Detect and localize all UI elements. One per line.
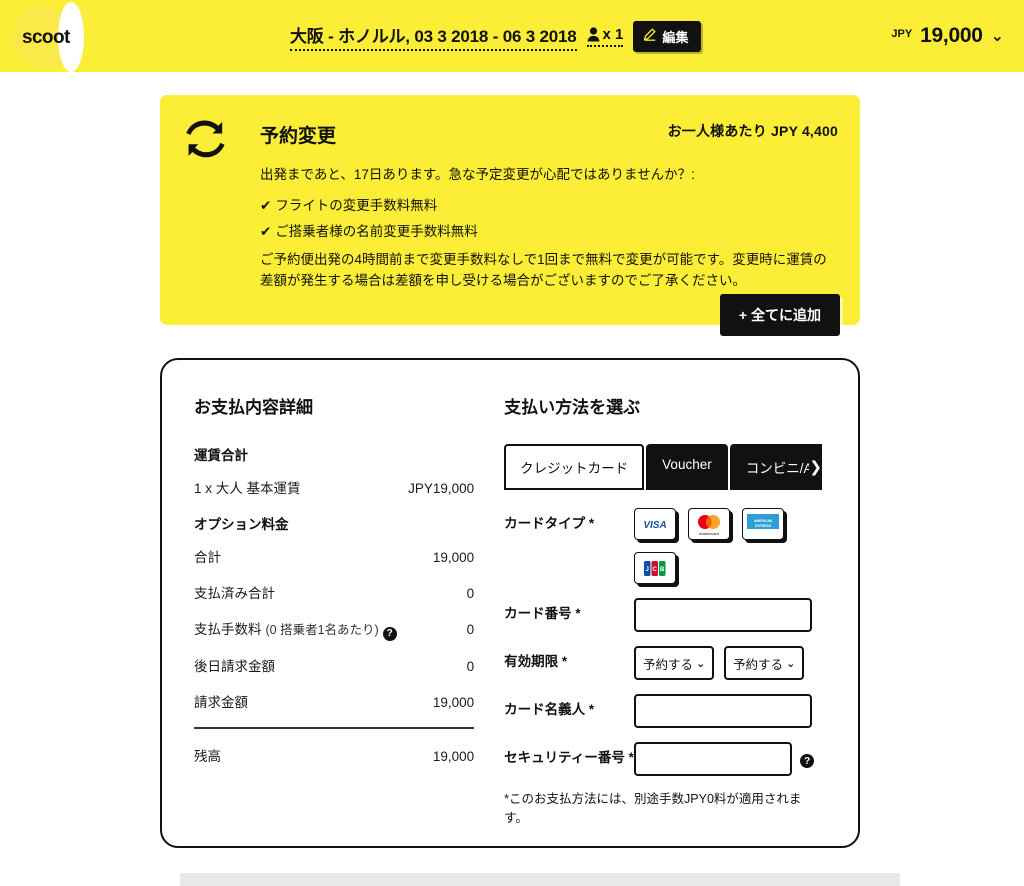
chevron-down-icon[interactable]: ⌄ xyxy=(991,26,1004,46)
table-row: 1 x 大人 基本運賃 JPY19,000 xyxy=(194,477,474,497)
trip-route-dates[interactable]: 大阪 - ホノルル, 03 3 2018 - 06 3 2018 xyxy=(290,22,577,51)
balance-label: 残高 xyxy=(194,748,221,764)
currency-amount: 19,000 xyxy=(920,24,983,47)
booking-change-promo: お一人様あたり JPY 4,400 予約変更 出発まであと、17日あります。急な… xyxy=(160,95,860,336)
promo-benefit-label: ご搭乗者様の名前変更手数料無料 xyxy=(275,224,478,240)
svg-text:B: B xyxy=(660,567,665,573)
mastercard-card-icon[interactable]: mastercard xyxy=(688,508,731,540)
payment-method-panel: 支払い方法を選ぶ クレジットカード Voucher コンビニ/A ❯ カードタイ… xyxy=(500,360,858,846)
row-label: 後日請求金額 xyxy=(194,658,275,674)
promo-terms-text: ご予約便出発の4時間前まで変更手数料なしで1回まで無料で変更が可能です。変更時に… xyxy=(260,252,827,289)
logo-text: scoot xyxy=(22,27,70,48)
payment-card: お支払内容詳細 運賃合計 1 x 大人 基本運賃 JPY19,000 オプション… xyxy=(160,358,860,848)
table-row: 合計 19,000 xyxy=(194,546,474,566)
chevron-down-icon: ⌄ xyxy=(696,657,706,670)
row-value: 0 xyxy=(466,658,475,674)
card-name-field: カード名義人 * xyxy=(504,694,838,728)
card-brand-options: VISA mastercard AMERICAN EXPRESS J C B xyxy=(634,508,824,584)
table-row: 支払済み合計 0 xyxy=(194,582,474,602)
currency-total[interactable]: JPY 19,000 ⌄ xyxy=(891,0,1004,72)
amex-card-icon[interactable]: AMERICAN EXPRESS xyxy=(742,508,785,540)
svg-text:mastercard: mastercard xyxy=(699,531,719,536)
tabs-next-arrow-icon[interactable]: ❯ xyxy=(809,444,825,490)
bottom-panel xyxy=(180,873,900,886)
card-type-field: カードタイプ * VISA mastercard AMERICAN EXPRES… xyxy=(504,508,838,584)
edit-button-label: 編集 xyxy=(662,29,689,45)
visa-card-icon[interactable]: VISA xyxy=(634,508,677,540)
svg-text:C: C xyxy=(653,567,658,573)
jcb-card-icon[interactable]: J C B xyxy=(634,552,677,584)
payment-method-title: 支払い方法を選ぶ xyxy=(504,398,641,417)
promo-price: お一人様あたり JPY 4,400 xyxy=(667,123,838,139)
edit-button[interactable]: 編集 xyxy=(633,20,702,52)
expiry-year-select[interactable]: 予約する ⌄ xyxy=(724,646,805,680)
svg-text:J: J xyxy=(646,567,649,573)
payment-method-tabs: クレジットカード Voucher コンビニ/A ❯ xyxy=(504,444,825,490)
passenger-count[interactable]: x 1 xyxy=(586,25,624,47)
cvv-field: セキュリティー番号 * ? xyxy=(504,742,838,776)
expiry-month-value: 予約する xyxy=(643,657,694,672)
add-to-all-button[interactable]: + 全てに追加 xyxy=(719,293,840,336)
tab-voucher[interactable]: Voucher xyxy=(646,444,728,490)
payment-fee-note: *このお支払方法には、別途手数JPY0料が適用されます。 xyxy=(504,792,802,826)
card-number-input[interactable] xyxy=(634,598,813,632)
check-icon: ✔ xyxy=(260,198,272,214)
fare-total-heading: 運賃合計 xyxy=(194,448,248,463)
row-label: 請求金額 xyxy=(194,694,248,710)
page-title: お支払内容詳細 xyxy=(194,398,313,417)
app-header: scoot 大阪 - ホノルル, 03 3 2018 - 06 3 2018 x… xyxy=(0,0,1024,72)
expiry-year-value: 予約する xyxy=(733,657,784,672)
row-value: 0 xyxy=(466,586,475,601)
row-value: 19,000 xyxy=(432,694,475,710)
question-mark-icon[interactable]: ? xyxy=(800,754,815,768)
question-mark-icon[interactable]: ? xyxy=(382,626,397,641)
row-label: 支払手数料 xyxy=(194,622,262,637)
row-value: 19,000 xyxy=(432,550,475,565)
tab-credit-card[interactable]: クレジットカード xyxy=(504,444,645,490)
list-item: ✔ フライトの変更手数料無料 xyxy=(260,196,838,217)
balance-row: 残高 19,000 xyxy=(194,745,474,765)
currency-code: JPY xyxy=(891,28,913,40)
row-value: 0 xyxy=(466,622,475,637)
svg-text:VISA: VISA xyxy=(644,520,667,531)
fare-row-label: 1 x 大人 基本運賃 xyxy=(194,481,301,496)
expiry-month-select[interactable]: 予約する ⌄ xyxy=(634,646,715,680)
promo-benefit-label: フライトの変更手数料無料 xyxy=(275,198,438,214)
card-name-input[interactable] xyxy=(634,694,813,728)
svg-text:EXPRESS: EXPRESS xyxy=(755,524,772,528)
cvv-label: セキュリティー番号 * xyxy=(504,750,634,765)
trip-summary: 大阪 - ホノルル, 03 3 2018 - 06 3 2018 x 1 編集 xyxy=(290,0,702,72)
passenger-count-label: x 1 xyxy=(602,25,624,43)
person-icon xyxy=(587,26,600,42)
promo-benefit-list: ✔ フライトの変更手数料無料 ✔ ご搭乗者様の名前変更手数料無料 xyxy=(260,196,838,243)
fare-row-value: JPY19,000 xyxy=(408,481,475,496)
svg-text:AMERICAN: AMERICAN xyxy=(754,519,773,523)
card-number-field: カード番号 * xyxy=(504,598,838,632)
row-sublabel: (0 搭乗者1名あたり) xyxy=(265,623,379,637)
table-row: 請求金額 19,000 xyxy=(194,691,474,711)
promo-lead-text: 出発まであと、17日あります。急な予定変更が心配ではありませんか？: xyxy=(260,167,695,182)
card-number-label: カード番号 * xyxy=(504,606,581,621)
summary-divider xyxy=(194,726,475,729)
exchange-arrows-icon xyxy=(184,117,228,161)
chevron-down-icon: ⌄ xyxy=(786,657,796,670)
table-row: 支払手数料 (0 搭乗者1名あたり) ? 0 xyxy=(194,618,475,641)
scoot-logo[interactable]: scoot xyxy=(14,2,84,72)
options-heading: オプション料金 xyxy=(194,517,289,532)
list-item: ✔ ご搭乗者様の名前変更手数料無料 xyxy=(260,222,838,243)
payment-summary-panel: お支払内容詳細 運賃合計 1 x 大人 基本運賃 JPY19,000 オプション… xyxy=(162,360,500,846)
card-type-label: カードタイプ * xyxy=(504,516,595,531)
expiry-label: 有効期限 * xyxy=(504,654,568,669)
balance-value: 19,000 xyxy=(432,748,475,764)
pencil-icon xyxy=(643,28,657,44)
row-label: 合計 xyxy=(194,550,221,565)
expiry-field: 有効期限 * 予約する ⌄ 予約する ⌄ xyxy=(504,646,838,680)
cvv-input[interactable] xyxy=(634,742,793,776)
card-name-label: カード名義人 * xyxy=(504,702,595,717)
row-label: 支払済み合計 xyxy=(194,586,275,601)
check-icon: ✔ xyxy=(260,224,272,240)
table-row: 後日請求金額 0 xyxy=(194,655,474,675)
